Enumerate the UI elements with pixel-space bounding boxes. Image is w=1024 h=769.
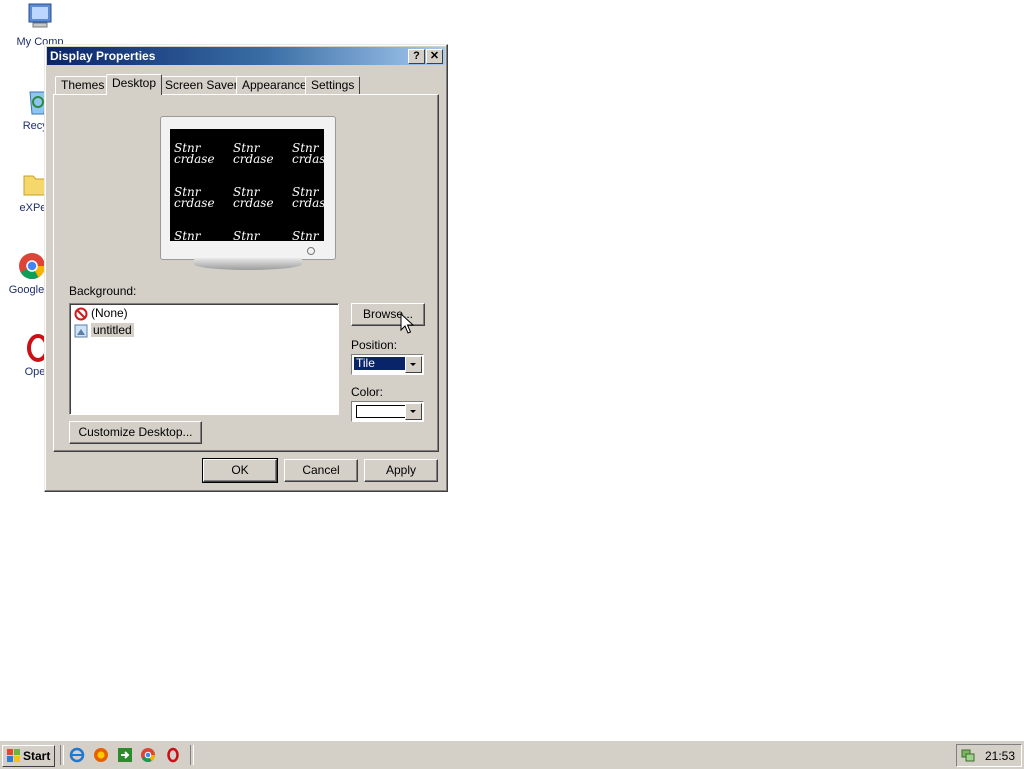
cancel-button-label: Cancel: [302, 463, 340, 477]
customize-desktop-label: Customize Desktop...: [78, 425, 193, 439]
customize-desktop-button[interactable]: Customize Desktop...: [69, 421, 202, 444]
desktop-tab-panel: Stnr crdase Stnr crdase Stnr crdase Stnr…: [53, 94, 439, 452]
wallpaper-tile-text: crdase: [174, 196, 215, 210]
taskbar-separator: [190, 745, 194, 765]
preview-screen: Stnr crdase Stnr crdase Stnr crdase Stnr…: [170, 129, 324, 241]
monitor-bezel: Stnr crdase Stnr crdase Stnr crdase Stnr…: [160, 116, 336, 260]
tab-themes[interactable]: Themes: [55, 76, 111, 94]
cancel-button[interactable]: Cancel: [284, 459, 358, 482]
chevron-down-icon[interactable]: [405, 403, 422, 420]
network-icon[interactable]: [961, 748, 975, 762]
apply-button[interactable]: Apply: [364, 459, 438, 482]
tab-screen-saver[interactable]: Screen Saver: [159, 76, 244, 94]
desktop-icon-my-computer[interactable]: My Comp: [0, 2, 80, 48]
ok-button[interactable]: OK: [202, 458, 278, 483]
show-desktop-icon[interactable]: [117, 747, 133, 763]
ie-icon[interactable]: [69, 747, 85, 763]
background-label: Background:: [69, 284, 137, 298]
wallpaper-tile-text: crdase: [233, 196, 274, 210]
color-picker[interactable]: [351, 401, 424, 422]
list-item-label: (None): [91, 306, 128, 320]
tab-appearance[interactable]: Appearance: [236, 76, 313, 94]
start-button[interactable]: Start: [2, 745, 55, 767]
computer-icon: [28, 3, 52, 28]
color-label: Color:: [351, 385, 384, 399]
window-title: Display Properties: [50, 49, 156, 63]
title-bar[interactable]: Display Properties ? ✕: [47, 47, 445, 65]
opera-icon[interactable]: [164, 747, 180, 763]
wallpaper-tile-text: crdase: [174, 152, 215, 166]
firefox-icon[interactable]: [93, 747, 109, 763]
position-label: Position:: [351, 338, 398, 352]
mouse-cursor-icon: [400, 313, 414, 334]
taskbar: Start 21:53: [0, 740, 1024, 769]
monitor-preview: Stnr crdase Stnr crdase Stnr crdase Stnr…: [160, 116, 336, 272]
position-dropdown[interactable]: Tile: [351, 354, 424, 375]
color-swatch: [356, 405, 411, 418]
image-file-icon: [74, 324, 88, 338]
chevron-down-icon[interactable]: [405, 356, 422, 373]
system-tray: 21:53: [956, 744, 1022, 767]
taskbar-separator: [60, 745, 64, 765]
wallpaper-tile-text: crdase: [233, 152, 274, 166]
position-selected-value: Tile: [354, 357, 408, 370]
wallpaper-tile-text: crdase: [292, 152, 324, 166]
background-listbox[interactable]: (None) untitled: [69, 303, 339, 415]
help-button[interactable]: ?: [408, 49, 425, 64]
wallpaper-tile-text: Stnr: [174, 229, 201, 241]
display-properties-window: Display Properties ? ✕ Themes Desktop Sc…: [44, 44, 448, 492]
monitor-stand: [194, 258, 302, 270]
list-item-untitled[interactable]: untitled: [74, 322, 134, 338]
list-item-none[interactable]: (None): [74, 305, 128, 321]
list-item-label: untitled: [91, 323, 134, 337]
wallpaper-tile-text: Stnr: [233, 229, 260, 241]
wallpaper-tile-text: Stnr: [292, 229, 319, 241]
clock[interactable]: 21:53: [985, 749, 1015, 763]
windows-flag-icon: [7, 749, 20, 762]
wallpaper-tile-text: crdase: [292, 196, 324, 210]
ok-button-label: OK: [231, 463, 249, 477]
close-button[interactable]: ✕: [426, 49, 443, 64]
no-symbol-icon: [74, 307, 88, 321]
start-label: Start: [23, 749, 51, 763]
chrome-icon[interactable]: [140, 747, 156, 763]
tab-desktop[interactable]: Desktop: [106, 74, 163, 95]
power-knob-icon: [307, 247, 315, 255]
apply-button-label: Apply: [385, 463, 417, 477]
tab-settings[interactable]: Settings: [305, 76, 361, 94]
